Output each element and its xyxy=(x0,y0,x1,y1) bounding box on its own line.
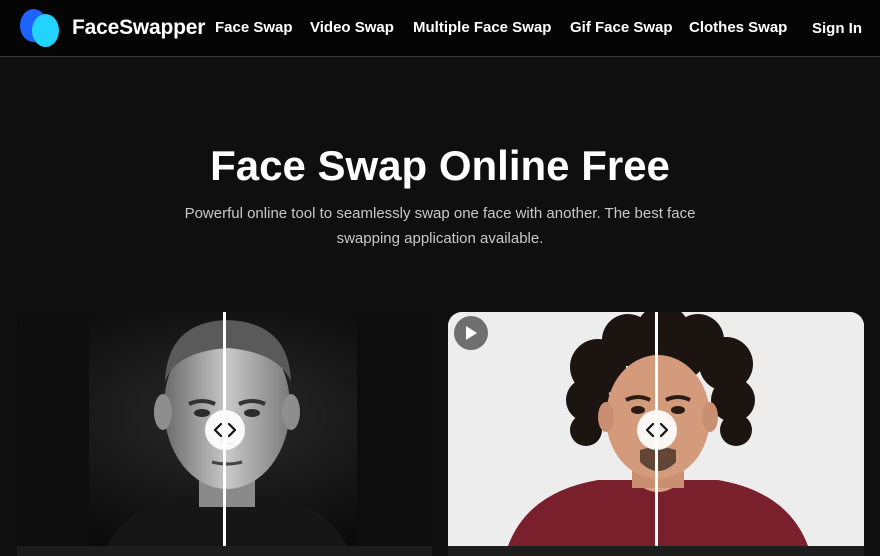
hero-subtitle-line-2: swapping application available. xyxy=(336,230,544,247)
nav-gif-face-swap[interactable]: Gif Face Swap xyxy=(570,19,673,36)
logo-icon[interactable] xyxy=(20,9,60,49)
sign-in-link[interactable]: Sign In xyxy=(812,20,862,37)
compare-handle-icon[interactable] xyxy=(637,410,677,450)
card-footer-strip xyxy=(448,546,864,556)
hero-subtitle: Powerful online tool to seamlessly swap … xyxy=(160,201,720,251)
demo-card-2 xyxy=(448,312,864,556)
compare-handle-icon[interactable] xyxy=(205,410,245,450)
nav-face-swap[interactable]: Face Swap xyxy=(215,19,293,36)
nav-multiple-face-swap[interactable]: Multiple Face Swap xyxy=(413,19,551,36)
brand-name[interactable]: FaceSwapper xyxy=(72,16,205,40)
top-navbar: FaceSwapper Face Swap Video Swap Multipl… xyxy=(0,0,880,57)
card-footer-strip xyxy=(17,546,432,556)
nav-clothes-swap[interactable]: Clothes Swap xyxy=(689,19,787,36)
page-title: Face Swap Online Free xyxy=(210,142,670,189)
hero-subtitle-line-1: Powerful online tool to seamlessly swap … xyxy=(184,205,696,222)
nav-video-swap[interactable]: Video Swap xyxy=(310,19,394,36)
demo-card-1 xyxy=(17,312,432,556)
play-icon[interactable] xyxy=(454,316,488,350)
